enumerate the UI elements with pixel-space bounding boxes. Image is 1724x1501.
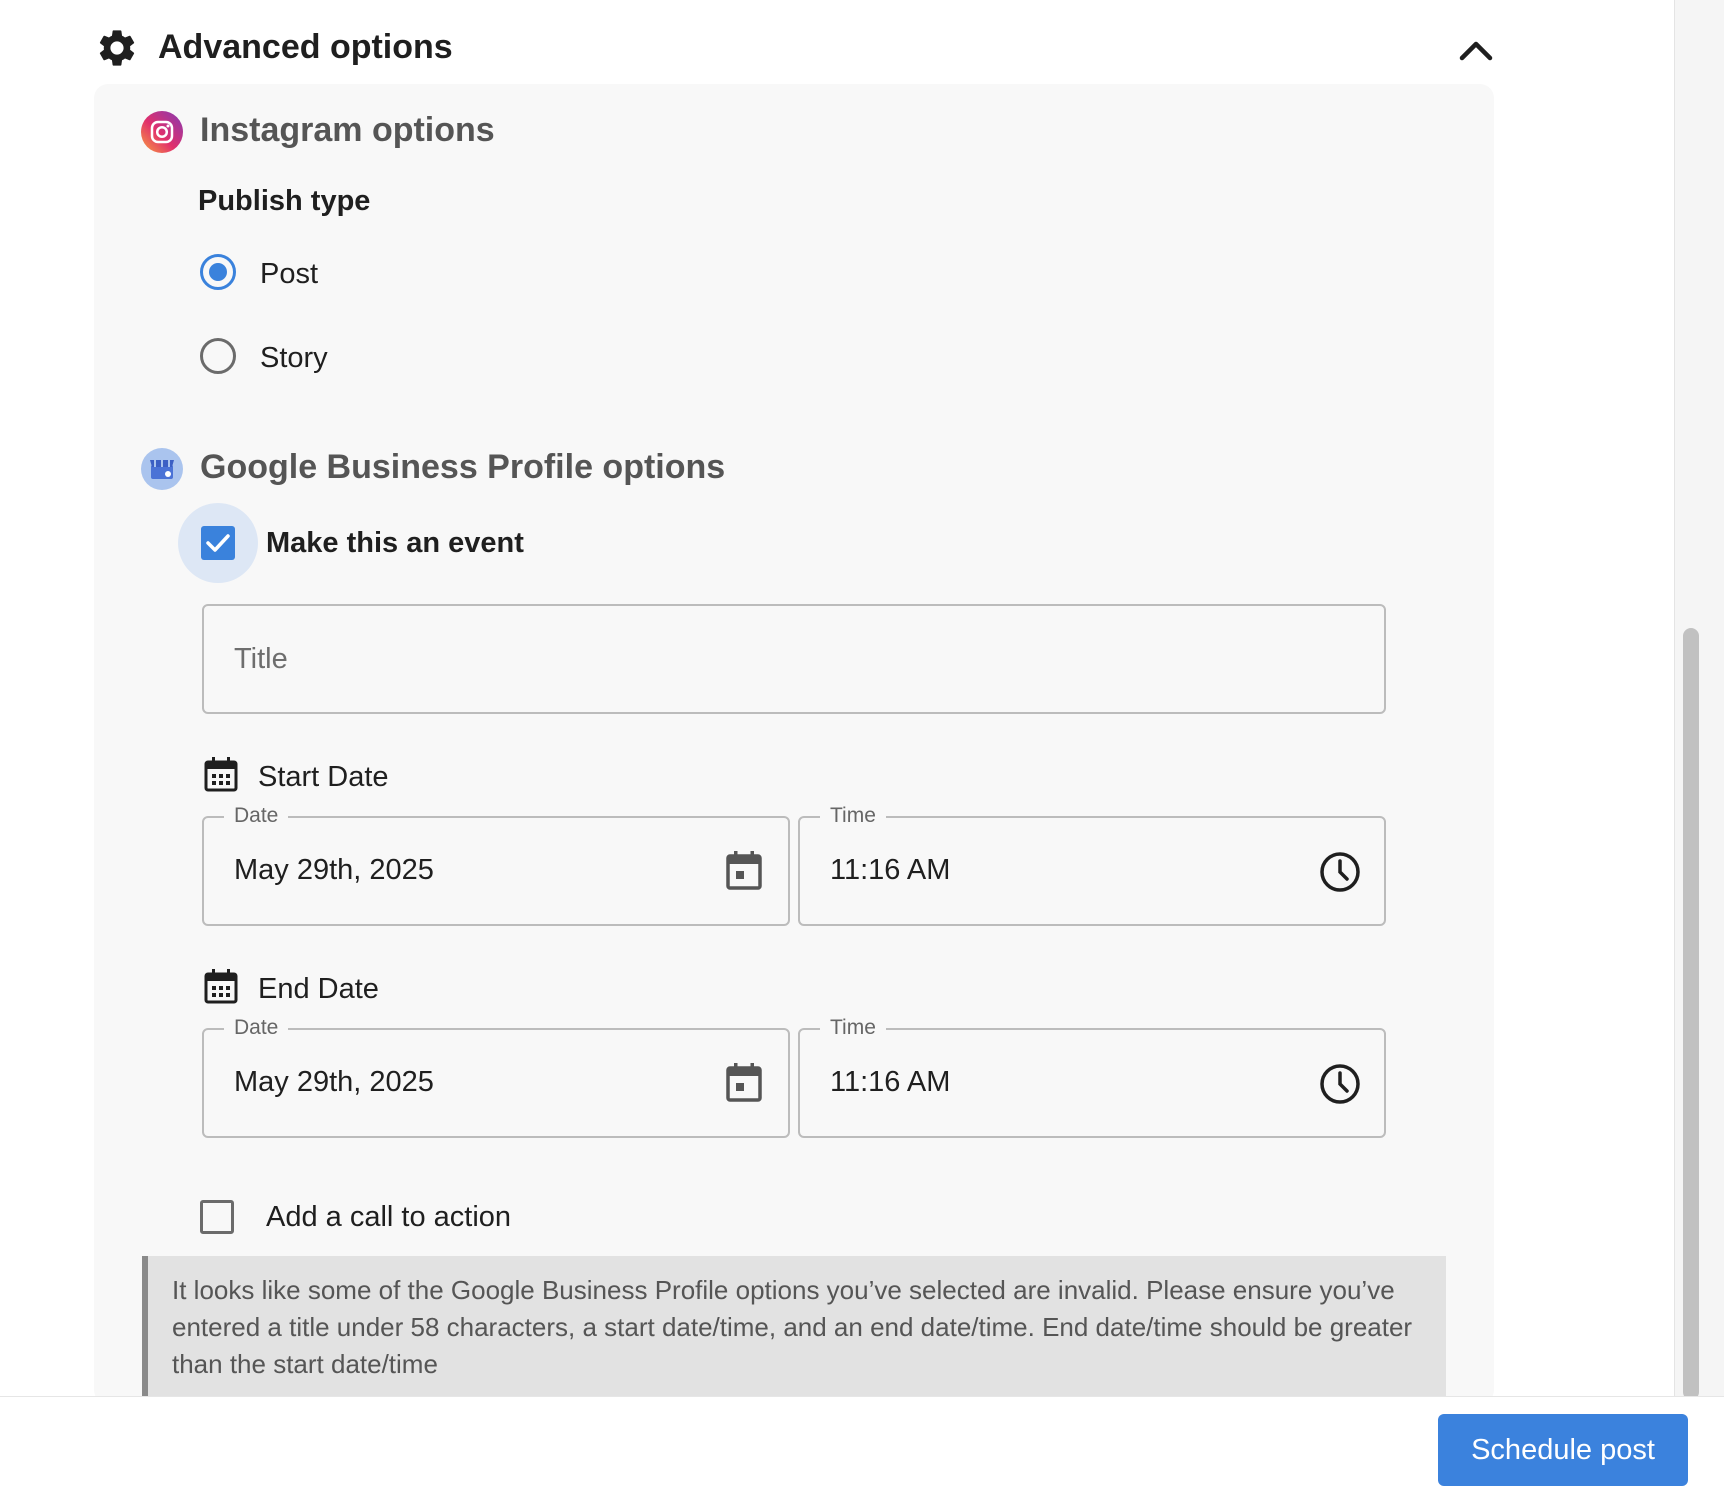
start-date-field[interactable]: Date May 29th, 2025 bbox=[202, 804, 790, 926]
publish-type-label: Publish type bbox=[198, 185, 371, 217]
advanced-options-header[interactable]: Advanced options bbox=[0, 0, 1680, 90]
end-time-legend: Time bbox=[820, 1016, 886, 1040]
radio-post-label: Post bbox=[260, 258, 319, 290]
gbp-options-title: Google Business Profile options bbox=[200, 448, 726, 486]
calendar-icon bbox=[204, 969, 238, 1004]
event-title-field[interactable] bbox=[202, 604, 1386, 714]
event-title-input[interactable] bbox=[234, 606, 1354, 712]
cta-checkbox[interactable] bbox=[200, 1200, 234, 1234]
end-date-heading: End Date bbox=[258, 973, 379, 1005]
gbp-validation-alert: It looks like some of the Google Busines… bbox=[142, 1256, 1446, 1404]
event-checkbox-label: Make this an event bbox=[266, 527, 524, 559]
radio-option-story[interactable]: Story bbox=[198, 338, 398, 378]
google-business-profile-icon bbox=[141, 448, 183, 490]
instagram-logo-icon bbox=[141, 111, 183, 153]
calendar-picker-icon[interactable] bbox=[722, 1060, 766, 1104]
schedule-post-button[interactable]: Schedule post bbox=[1438, 1414, 1688, 1486]
radio-story-label: Story bbox=[260, 342, 328, 374]
calendar-icon bbox=[204, 757, 238, 792]
clock-icon[interactable] bbox=[1318, 850, 1362, 894]
start-time-field[interactable]: Time 11:16 AM bbox=[798, 804, 1386, 926]
gear-icon bbox=[99, 30, 135, 66]
start-time-value: 11:16 AM bbox=[830, 854, 951, 886]
instagram-options-title: Instagram options bbox=[200, 111, 495, 149]
end-date-field[interactable]: Date May 29th, 2025 bbox=[202, 1016, 790, 1138]
end-time-value: 11:16 AM bbox=[830, 1066, 951, 1098]
chevron-up-icon[interactable] bbox=[1454, 28, 1498, 68]
end-date-value: May 29th, 2025 bbox=[234, 1066, 434, 1098]
scrollbar-track[interactable] bbox=[1674, 0, 1724, 1396]
scrollbar-thumb[interactable] bbox=[1683, 628, 1699, 1400]
checkmark-icon bbox=[206, 534, 230, 552]
advanced-options-title: Advanced options bbox=[158, 28, 453, 66]
radio-option-post[interactable]: Post bbox=[198, 254, 398, 294]
cta-checkbox-label: Add a call to action bbox=[266, 1201, 512, 1233]
end-date-legend: Date bbox=[224, 1016, 289, 1040]
start-date-legend: Date bbox=[224, 804, 289, 828]
radio-story[interactable] bbox=[200, 338, 236, 374]
start-time-legend: Time bbox=[820, 804, 886, 828]
clock-icon[interactable] bbox=[1318, 1062, 1362, 1106]
event-checkbox[interactable] bbox=[201, 526, 235, 560]
radio-post[interactable] bbox=[200, 254, 236, 290]
calendar-picker-icon[interactable] bbox=[722, 848, 766, 892]
start-date-value: May 29th, 2025 bbox=[234, 854, 434, 886]
end-time-field[interactable]: Time 11:16 AM bbox=[798, 1016, 1386, 1138]
start-date-heading: Start Date bbox=[258, 761, 389, 793]
